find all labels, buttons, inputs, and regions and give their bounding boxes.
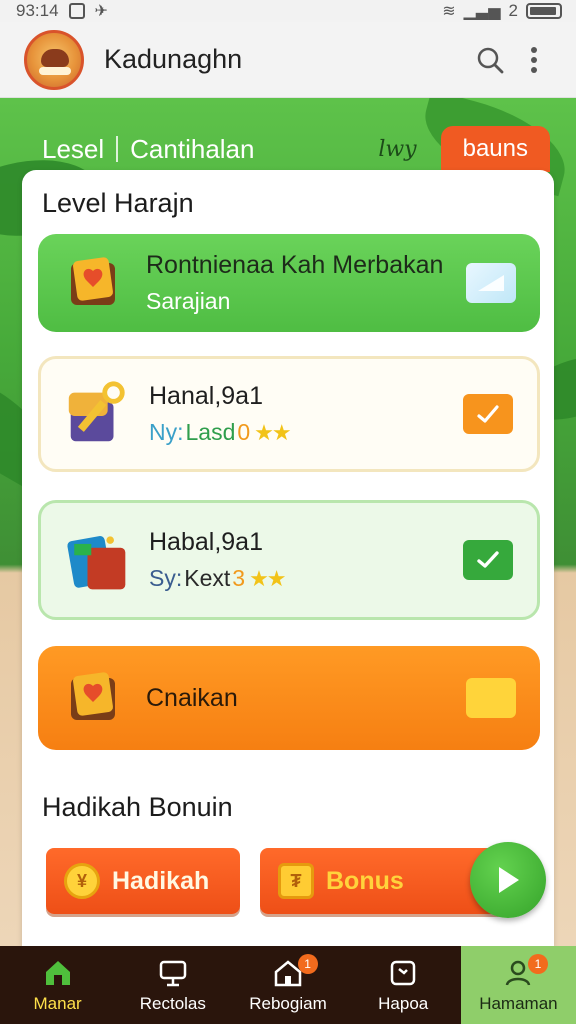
row-title: Rontnienaa Kah Merbakan xyxy=(146,251,444,279)
clock-icon xyxy=(386,956,420,990)
monitor-icon xyxy=(156,956,190,990)
level-row[interactable]: Cnaikan xyxy=(38,646,540,750)
nav-label: Hapoa xyxy=(378,994,429,1013)
row-subtitle: Ny: Lasd 0 ★★ xyxy=(149,419,463,446)
bonus-section-title: Hadikah Bonuin xyxy=(42,792,233,822)
signal-icon: ▁▃▅ xyxy=(463,3,501,20)
tab-lwy[interactable]: lwy xyxy=(378,137,416,162)
check-yellow-icon[interactable] xyxy=(466,678,516,718)
signal-text: 2 xyxy=(508,1,518,20)
star-icon: ★★ xyxy=(249,565,286,591)
status-bar: 93:14 ✈ ≋ ▁▃▅ 2 xyxy=(0,0,576,22)
row-title: Hanal,9a1 xyxy=(149,382,263,410)
tab-bonus[interactable]: bauns xyxy=(440,126,550,172)
tab-lesel[interactable]: Lesel xyxy=(30,134,116,165)
more-vert-icon[interactable] xyxy=(512,38,556,82)
chest-icon xyxy=(58,248,128,318)
next-button[interactable] xyxy=(470,842,546,918)
row-title: Cnaikan xyxy=(146,683,238,712)
notification-icon xyxy=(68,3,85,19)
app-title: Kadunaghn xyxy=(104,44,243,74)
nav-label: Manar xyxy=(33,994,82,1013)
row-sub-number: 3 xyxy=(232,565,246,591)
battery-icon xyxy=(526,3,562,19)
nav-item-rebogiam[interactable]: 1 Rebogiam xyxy=(230,946,345,1024)
row-subtitle: Sarajian xyxy=(146,288,231,314)
app-bar: Kadunaghn xyxy=(0,22,576,98)
app-logo[interactable] xyxy=(24,29,84,90)
play-icon xyxy=(499,867,519,893)
row-title: Habal,9a1 xyxy=(149,528,263,556)
level-row[interactable]: Hanal,9a1 Ny: Lasd 0 ★★ xyxy=(38,356,540,472)
main-card: Level Harajn Rontnienaa Kah Merbakan Sar… xyxy=(22,170,554,946)
row-sub-prefix: Sy: xyxy=(149,565,183,591)
wifi-icon: ≋ xyxy=(442,3,456,20)
status-time: 93:14 xyxy=(16,1,59,20)
bonus-label: Bonus xyxy=(326,866,404,895)
check-green-icon[interactable] xyxy=(463,540,513,580)
nav-label: Rectolas xyxy=(139,994,206,1013)
check-orange-icon[interactable] xyxy=(463,394,513,434)
home-icon xyxy=(41,956,75,990)
level-row[interactable]: Habal,9a1 Sy: Kext 3 ★★ xyxy=(38,500,540,620)
row-sub-prefix: Ny: xyxy=(149,419,184,445)
hadikah-button[interactable]: ¥ Hadikah xyxy=(46,848,240,914)
row-sub-text: Lasd xyxy=(185,419,236,445)
search-icon[interactable] xyxy=(468,38,512,82)
level-row[interactable]: Rontnienaa Kah Merbakan Sarajian xyxy=(38,234,540,332)
hadikah-label: Hadikah xyxy=(112,866,210,895)
level-section-title: Level Harajn xyxy=(42,188,194,218)
bill-icon: ₮ xyxy=(278,863,314,899)
star-icon: ★★ xyxy=(254,419,291,445)
coin-icon: ¥ xyxy=(64,863,100,899)
tab-cantihalan[interactable]: Cantihalan xyxy=(118,134,266,165)
books-icon xyxy=(61,525,131,595)
scroll-key-icon xyxy=(61,379,131,449)
notification-badge: 1 xyxy=(528,954,549,974)
nav-item-hapoa[interactable]: Hapoa xyxy=(346,946,461,1024)
row-sub-number: 0 xyxy=(237,419,251,445)
row-sub-text: Kext xyxy=(184,565,231,591)
send-icon: ✈ xyxy=(94,3,108,20)
chest-icon xyxy=(58,663,128,733)
nav-item-manar[interactable]: Manar xyxy=(0,946,115,1024)
nav-label: Rebogiam xyxy=(249,994,327,1013)
tabs-row: Lesel Cantihalan lwy bauns xyxy=(30,126,550,172)
row-subtitle: Sy: Kext 3 ★★ xyxy=(149,565,463,592)
notification-badge: 1 xyxy=(297,954,318,974)
nav-label: Hamaman xyxy=(479,994,558,1013)
nav-item-rectolas[interactable]: Rectolas xyxy=(115,946,230,1024)
check-light-icon[interactable] xyxy=(466,263,516,303)
nav-item-hamaman[interactable]: 1 Hamaman xyxy=(460,946,576,1024)
bottom-nav: Manar Rectolas 1 Rebogiam Hapoa 1 Hamama… xyxy=(0,946,576,1024)
